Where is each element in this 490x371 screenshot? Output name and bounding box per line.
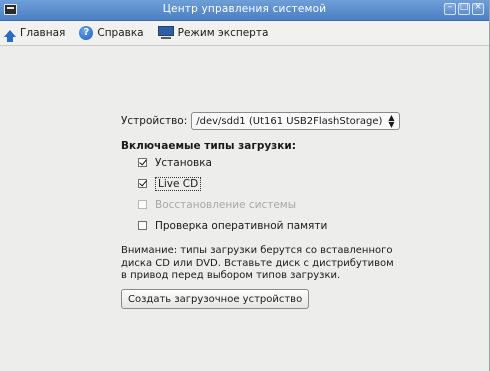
boot-types-note: Внимание: типы загрузки берутся со встав… xyxy=(121,245,394,281)
option-system-recovery: Восстановление системы xyxy=(138,194,411,215)
device-select[interactable]: /dev/sdd1 (Ut161 USB2FlashStorage) ▲ ▼ xyxy=(191,112,400,130)
option-memory-test[interactable]: Проверка оперативной памяти xyxy=(138,215,411,236)
live-cd-label: Live CD xyxy=(155,176,202,191)
maximize-icon: □ xyxy=(459,2,469,12)
option-live-cd[interactable]: Live CD xyxy=(138,173,411,194)
title-bar[interactable]: Центр управления системой – □ × xyxy=(0,0,489,21)
home-label: Главная xyxy=(20,27,66,39)
help-button[interactable]: ? Справка xyxy=(79,26,144,40)
live-cd-checkbox[interactable] xyxy=(138,179,147,188)
select-arrows-icon: ▲ ▼ xyxy=(388,113,395,129)
option-install[interactable]: Установка xyxy=(138,152,411,173)
device-label: Устройство: xyxy=(121,115,188,127)
help-icon: ? xyxy=(79,26,94,40)
install-label: Установка xyxy=(155,156,212,169)
monitor-icon xyxy=(157,26,174,40)
close-icon: × xyxy=(474,2,482,12)
memory-test-checkbox[interactable] xyxy=(138,221,147,230)
expert-mode-button[interactable]: Режим эксперта xyxy=(157,26,269,40)
boot-device-panel: Устройство: /dev/sdd1 (Ut161 USB2FlashSt… xyxy=(121,112,411,309)
close-button[interactable]: × xyxy=(472,2,484,15)
help-label: Справка xyxy=(97,27,144,39)
window-title: Центр управления системой xyxy=(162,3,327,15)
minimize-icon: – xyxy=(447,2,453,12)
device-selected-value: /dev/sdd1 (Ut161 USB2FlashStorage) xyxy=(196,115,383,127)
toolbar: Главная ? Справка Режим эксперта xyxy=(0,21,489,46)
device-row: Устройство: /dev/sdd1 (Ut161 USB2FlashSt… xyxy=(121,112,411,130)
boot-types-title: Включаемые типы загрузки: xyxy=(121,140,296,152)
maximize-button[interactable]: □ xyxy=(458,2,470,15)
home-button[interactable]: Главная xyxy=(4,27,66,42)
window-controls: – □ × xyxy=(444,2,484,15)
create-boot-device-button[interactable]: Создать загрузочное устройство xyxy=(121,288,310,309)
system-recovery-label: Восстановление системы xyxy=(155,198,297,211)
home-arrow-icon xyxy=(4,29,16,42)
system-control-center-window: Центр управления системой – □ × Главная … xyxy=(0,0,490,371)
install-checkbox[interactable] xyxy=(138,158,147,167)
system-recovery-checkbox xyxy=(138,200,147,209)
expert-mode-label: Режим эксперта xyxy=(177,27,269,39)
memory-test-label: Проверка оперативной памяти xyxy=(155,219,328,232)
minimize-button[interactable]: – xyxy=(444,2,456,15)
